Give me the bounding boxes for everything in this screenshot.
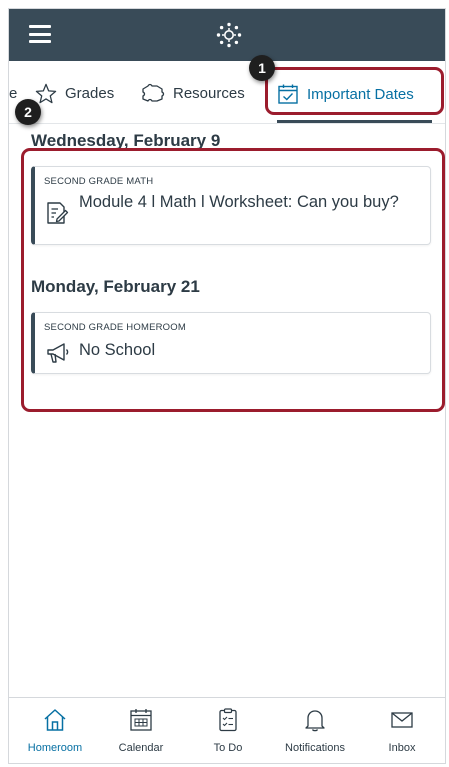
menu-icon[interactable] — [29, 25, 51, 43]
puzzle-icon — [142, 83, 165, 102]
tab-grades-label: Grades — [65, 85, 115, 102]
nav-inbox[interactable]: Inbox — [358, 698, 445, 763]
tab-resources-label: Resources — [173, 84, 245, 102]
nav-homeroom[interactable]: Homeroom — [11, 698, 99, 763]
bell-icon — [305, 710, 325, 732]
nav-label: Calendar — [118, 742, 164, 754]
tab-grades[interactable]: Grades — [35, 83, 114, 104]
nav-label: Homeroom — [27, 742, 83, 754]
top-bar — [9, 9, 445, 61]
active-tab-indicator — [277, 120, 432, 123]
callout-highlight-1 — [265, 67, 444, 115]
callout-badge-2: 2 — [15, 99, 41, 125]
bottom-nav: Homeroom Calendar To Do Notifications In… — [9, 697, 445, 763]
nav-notifications[interactable]: Notifications — [271, 698, 359, 763]
calendar-icon — [130, 709, 152, 731]
canvas-logo-icon — [216, 22, 242, 48]
tab-partial-label: e — [9, 85, 18, 102]
home-icon — [44, 709, 66, 731]
app-frame: e Grades Resources Important Dates Wedne… — [8, 8, 446, 764]
tab-partial[interactable]: e — [9, 85, 17, 102]
nav-calendar[interactable]: Calendar — [97, 698, 185, 763]
star-icon — [35, 83, 57, 104]
callout-badge-1: 1 — [249, 55, 275, 81]
tab-resources[interactable]: Resources — [141, 83, 245, 103]
callout-highlight-2 — [21, 148, 445, 412]
nav-label: Inbox — [388, 742, 416, 754]
nav-todo[interactable]: To Do — [184, 698, 272, 763]
mail-icon — [391, 712, 413, 728]
nav-label: Notifications — [285, 742, 345, 754]
todo-icon — [219, 708, 237, 732]
nav-label: To Do — [213, 742, 243, 754]
